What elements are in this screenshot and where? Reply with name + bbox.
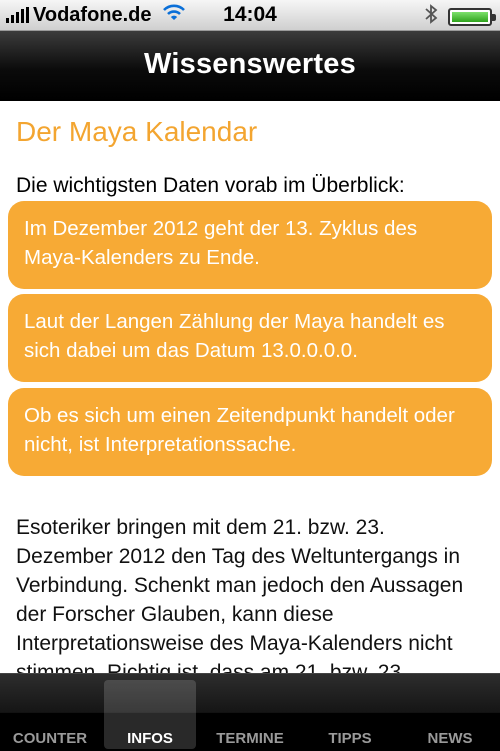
highlight-box: Ob es sich um einen Zeitendpunkt handelt… [8, 388, 492, 476]
content-area[interactable]: Der Maya Kalendar Die wichtigsten Daten … [0, 101, 500, 673]
status-right [424, 4, 496, 30]
page-title: Wissenswertes [144, 48, 356, 80]
tab-label: COUNTER [12, 730, 88, 747]
article-title: Der Maya Kalendar [16, 116, 258, 147]
tab-label: TERMINE [216, 730, 284, 747]
bluetooth-icon [424, 4, 438, 30]
tab-label: NEWS [427, 730, 473, 747]
tab-label: TIPPS [328, 730, 372, 747]
tab-counter[interactable]: COUNTER [0, 674, 100, 751]
highlight-box: Laut der Langen Zählung der Maya handelt… [8, 294, 492, 382]
battery-icon [448, 8, 496, 26]
tab-news[interactable]: NEWS [400, 674, 500, 751]
article-body: Esoteriker bringen mit dem 21. bzw. 23. … [16, 516, 464, 673]
tab-infos[interactable]: INFOS [100, 674, 200, 751]
tab-bar: COUNTER INFOS TERMINE TIPPS NEWS [0, 673, 500, 751]
navigation-bar: Wissenswertes [0, 31, 500, 101]
highlight-box: Im Dezember 2012 geht der 13. Zyklus des… [8, 201, 492, 289]
status-bar: Vodafone.de 14:04 [0, 0, 500, 31]
tab-label: INFOS [127, 730, 173, 747]
tab-tipps[interactable]: TIPPS [300, 674, 400, 751]
intro-text: Die wichtigsten Daten vorab im Überblick… [16, 174, 405, 197]
tab-termine[interactable]: TERMINE [200, 674, 300, 751]
